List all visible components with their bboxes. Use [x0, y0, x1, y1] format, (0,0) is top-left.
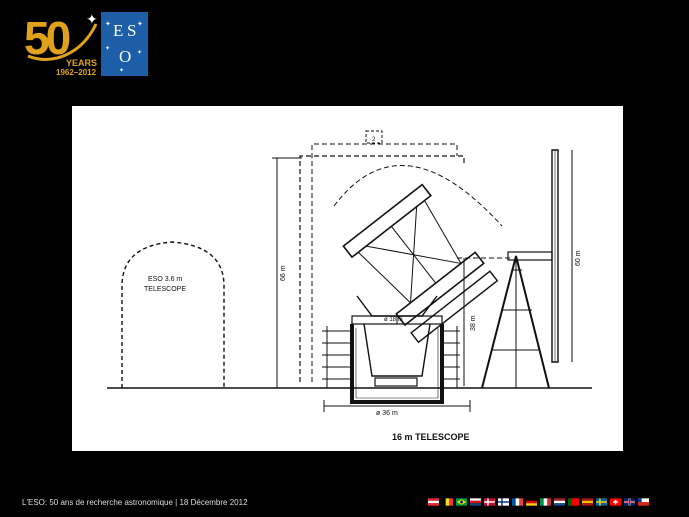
star-icon: ✦	[119, 67, 124, 74]
footer-caption: L'ESO: 50 ans de recherche astronomique …	[22, 498, 248, 507]
anniversary-years: 1962–2012	[56, 68, 97, 76]
portugal-flag-icon	[568, 498, 579, 506]
wind-turbine: 60 m	[481, 149, 582, 389]
small-dimension: 2	[372, 137, 376, 143]
finland-flag-icon	[498, 498, 509, 506]
diameter-18-label: ø 18 m	[384, 317, 403, 323]
brazil-flag-icon	[456, 498, 467, 506]
czech-flag-icon	[470, 498, 481, 506]
germany-flag-icon	[526, 498, 537, 506]
star-icon: ✦	[137, 49, 142, 56]
diagram-caption: 16 m TELESCOPE	[392, 432, 470, 442]
eso-logo: E S O ✦ ✦ ✦ ✦ ✦	[101, 12, 148, 76]
eso-letter-s: S	[127, 21, 136, 40]
denmark-flag-icon	[484, 498, 495, 506]
diameter-36-label: ø 36 m	[376, 410, 398, 417]
eso-50-years-logo: 50 ✦ YEARS 1962–2012	[24, 11, 98, 76]
anniversary-word: YEARS	[66, 58, 97, 68]
italy-flag-icon	[540, 498, 551, 506]
eso-letter-e: E	[113, 21, 123, 40]
height-66-label: 66 m	[280, 265, 287, 281]
dome-label-line1: ESO 3.6 m	[148, 276, 182, 283]
stair-left	[322, 326, 352, 388]
star-icon: ✦	[105, 20, 111, 28]
dome-structure-inner	[311, 143, 458, 382]
pier-cone	[363, 323, 431, 377]
chile-flag-icon	[638, 498, 649, 506]
pier-base	[374, 377, 418, 387]
swing-arc	[333, 165, 503, 227]
sweden-flag-icon	[596, 498, 607, 506]
austria-flag-icon	[428, 498, 439, 506]
star-icon: ✦	[86, 11, 98, 27]
dome-label-line2: TELESCOPE	[144, 286, 186, 293]
netherlands-flag-icon	[554, 498, 565, 506]
eso-letter-o: O	[119, 47, 131, 66]
star-icon: ✦	[105, 45, 110, 52]
uk-flag-icon	[624, 498, 635, 506]
france-flag-icon	[512, 498, 523, 506]
eso-3-6m-dome-outline	[121, 241, 225, 388]
telescope-diagram: ESO 3.6 m TELESCOPE 2 66 m ø 18 m 38 m ø…	[72, 106, 623, 451]
stair-right	[442, 326, 460, 388]
belgium-flag-icon	[442, 498, 453, 506]
member-state-flags	[428, 498, 649, 506]
height-60-label: 60 m	[575, 250, 582, 266]
height-38-label: 38 m	[470, 315, 477, 331]
spain-flag-icon	[582, 498, 593, 506]
star-icon: ✦	[137, 20, 143, 28]
switzerland-flag-icon	[610, 498, 621, 506]
dome-structure-outline	[299, 155, 465, 382]
